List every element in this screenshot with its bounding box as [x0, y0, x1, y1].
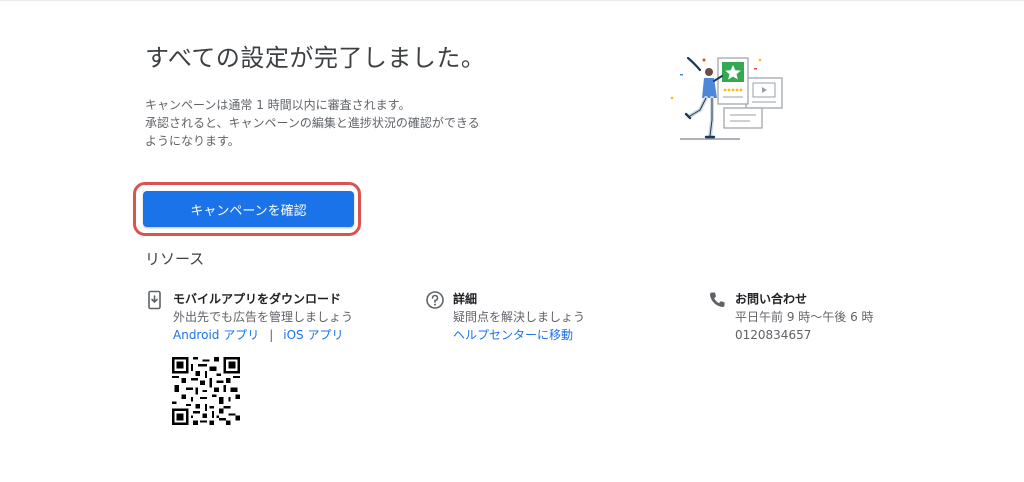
contact-text: お問い合わせ 平日午前 9 時〜午後 6 時 0120834657 — [735, 290, 874, 344]
description-line-1: キャンペーンは通常 1 時間以内に審査されます。 — [145, 98, 411, 112]
help-center-link[interactable]: ヘルプセンターに移動 — [453, 328, 573, 342]
ios-app-link[interactable]: iOS アプリ — [283, 328, 343, 342]
app-links: Android アプリ | iOS アプリ — [173, 326, 353, 344]
link-separator: | — [269, 328, 274, 342]
qr-code — [172, 357, 240, 425]
mobile-app-subtitle: 外出先でも広告を管理しましょう — [173, 310, 354, 324]
description-line-2: 承認されると、キャンペーンの編集と進捗状況の確認ができる — [145, 116, 480, 130]
details-text: 詳細 疑問点を解決しましょう ヘルプセンターに移動 — [453, 290, 585, 344]
details-subtitle: 疑問点を解決しましょう — [453, 310, 586, 324]
contact-title: お問い合わせ — [735, 292, 808, 306]
review-campaign-button[interactable]: キャンペーンを確認 — [143, 191, 354, 227]
description: キャンペーンは通常 1 時間以内に審査されます。 承認されると、キャンペーンの編… — [145, 96, 480, 150]
phone-icon — [710, 292, 725, 307]
help-circle-icon — [426, 291, 444, 309]
contact-hours: 平日午前 9 時〜午後 6 時 — [735, 310, 874, 324]
mobile-app-text: モバイルアプリをダウンロード 外出先でも広告を管理しましょう Android ア… — [173, 290, 353, 344]
celebration-illustration — [670, 56, 783, 140]
page-title: すべての設定が完了しました。 — [145, 44, 486, 72]
mobile-app-title: モバイルアプリをダウンロード — [173, 292, 342, 306]
details-title: 詳細 — [453, 292, 478, 306]
top-divider — [0, 0, 1024, 1]
description-line-3: ようになります。 — [145, 134, 240, 148]
resources-heading: リソース — [145, 250, 205, 268]
contact-phone: 0120834657 — [735, 328, 812, 342]
android-app-link[interactable]: Android アプリ — [173, 328, 259, 342]
phone-download-icon — [148, 290, 161, 310]
